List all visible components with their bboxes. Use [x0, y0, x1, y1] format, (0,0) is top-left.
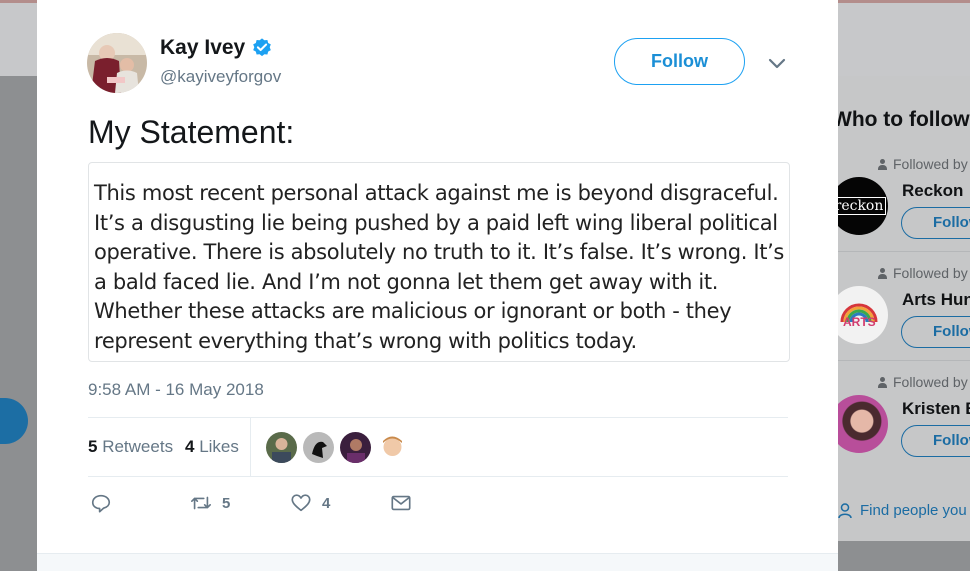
liker-avatar[interactable]: [266, 432, 297, 463]
statement-line: This most recent personal attack against…: [94, 181, 779, 205]
like-button[interactable]: 4: [290, 492, 330, 514]
who-to-follow-title: Who to follow: [838, 108, 970, 131]
author-name[interactable]: Kay Ivey: [160, 36, 273, 60]
avatar[interactable]: [838, 395, 888, 453]
retweets-stat[interactable]: 5 Retweets: [88, 437, 173, 457]
statement-image[interactable]: This most recent personal attack against…: [88, 162, 790, 362]
follow-button[interactable]: Follow: [614, 38, 745, 85]
suggestion-row-arts[interactable]: Followed by ARTS Arts Hunt Follow: [838, 251, 970, 369]
liker-avatar[interactable]: [377, 432, 408, 463]
statement-line: It’s a disgusting lie being pushed by a …: [94, 210, 778, 235]
divider: [838, 360, 970, 361]
follow-button[interactable]: Follow: [901, 207, 970, 239]
follow-button[interactable]: Follow: [901, 425, 970, 457]
person-icon: [878, 267, 887, 279]
retweet-count: 5: [222, 494, 231, 512]
tweet-stats: 5 Retweets 4 Likes: [88, 417, 788, 477]
who-to-follow-panel: Who to follow Followed by reckon Reckon …: [838, 76, 970, 541]
suggestion-row-reckon[interactable]: Followed by reckon Reckon Follow: [838, 152, 970, 260]
background-floating-button: [0, 398, 28, 444]
author-photo: [87, 33, 147, 93]
divider: [838, 251, 970, 252]
followed-by-text: Followed by: [878, 156, 968, 172]
reply-icon: [91, 494, 111, 513]
modal-footer-strip: [37, 553, 838, 571]
likes-stat[interactable]: 4 Likes: [185, 437, 239, 457]
statement-line: represent everything that’s wrong with p…: [94, 328, 637, 353]
liker-avatar[interactable]: [303, 432, 334, 463]
tweet-text: My Statement:: [88, 114, 295, 150]
reply-button[interactable]: [90, 492, 112, 514]
statement-line: Whether these attacks are malicious or i…: [94, 299, 732, 323]
suggestion-name[interactable]: Kristen B: [902, 399, 970, 419]
divider: [250, 418, 251, 477]
person-outline-icon: [838, 502, 852, 518]
followed-by-text: Followed by: [878, 374, 968, 390]
tweet-actions: 5 4: [90, 492, 790, 522]
tweet-modal: Kay Ivey @kayiveyforgov Follow My Statem…: [37, 0, 838, 571]
suggestion-name[interactable]: Arts Hunt: [902, 290, 970, 310]
liker-avatars: [266, 432, 408, 463]
verified-badge-icon: [253, 38, 272, 57]
avatar[interactable]: ARTS: [838, 286, 888, 344]
arts-logo-text: ARTS: [843, 315, 876, 329]
author-handle[interactable]: @kayiveyforgov: [160, 67, 281, 87]
suggestion-row-kristen[interactable]: Followed by Kristen B Follow: [838, 360, 970, 478]
liker-avatar[interactable]: [340, 432, 371, 463]
like-count: 4: [322, 494, 331, 512]
tweet-timestamp[interactable]: 9:58 AM - 16 May 2018: [88, 380, 264, 400]
envelope-icon: [391, 495, 411, 511]
retweet-button[interactable]: 5: [190, 492, 230, 514]
reckon-logo: reckon: [838, 197, 887, 215]
person-icon: [878, 158, 887, 170]
retweet-icon: [191, 496, 211, 510]
suggestion-name[interactable]: Reckon: [902, 181, 963, 201]
chevron-down-icon[interactable]: [765, 53, 789, 73]
avatar[interactable]: reckon: [838, 177, 888, 235]
followed-by-text: Followed by: [878, 265, 968, 281]
follow-button[interactable]: Follow: [901, 316, 970, 348]
author-avatar[interactable]: [87, 33, 147, 93]
statement-line: operative. There is absolutely no truth …: [94, 240, 784, 264]
heart-icon: [291, 494, 311, 512]
find-people-link[interactable]: Find people you know: [838, 502, 970, 519]
statement-line: a bald faced lie. And I’m not gonna let …: [94, 269, 719, 294]
direct-message-button[interactable]: [390, 492, 412, 514]
person-icon: [878, 376, 887, 388]
